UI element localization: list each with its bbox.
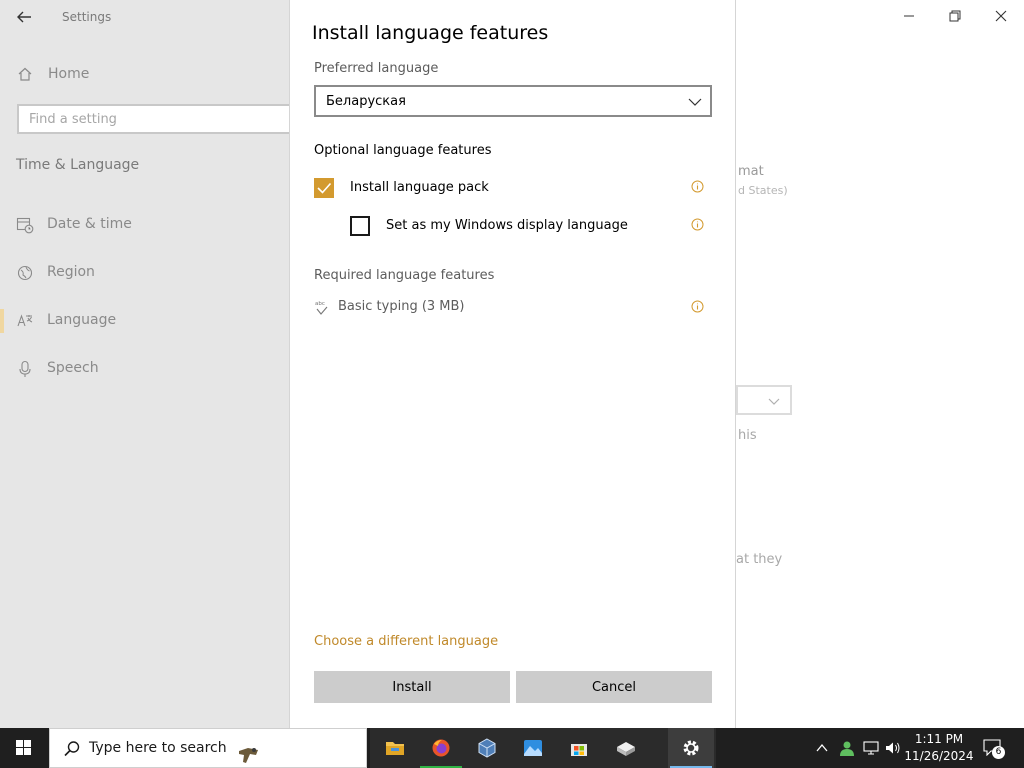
back-arrow-icon[interactable] bbox=[14, 7, 34, 27]
abc-check-icon: abc bbox=[315, 301, 328, 315]
basic-typing-feature: abc Basic typing (3 MB) bbox=[314, 298, 714, 318]
language-icon bbox=[17, 314, 33, 327]
microsoft-store-button[interactable] bbox=[556, 728, 602, 768]
sidebar-item-label: Date & time bbox=[47, 216, 132, 232]
display-language-option[interactable]: Set as my Windows display language bbox=[350, 216, 690, 238]
notification-center-button[interactable]: 6 bbox=[982, 738, 1008, 760]
taskbar-clock[interactable]: 1:11 PM 11/26/2024 bbox=[900, 731, 978, 765]
clock-date: 11/26/2024 bbox=[904, 749, 974, 763]
background-text: at they bbox=[736, 552, 783, 567]
notification-count: 6 bbox=[992, 746, 1005, 759]
settings-sidebar: Settings Home Time & Language Date & tim… bbox=[0, 0, 307, 728]
chevron-down-icon bbox=[688, 98, 702, 106]
network-icon[interactable] bbox=[862, 739, 880, 757]
taskbar-search-text: Type here to search bbox=[89, 740, 227, 756]
package-button[interactable] bbox=[602, 728, 648, 768]
preferred-language-select[interactable]: Беларуская bbox=[314, 85, 712, 117]
background-text: mat bbox=[738, 164, 764, 179]
selected-language: Беларуская bbox=[326, 94, 406, 109]
firefox-button[interactable] bbox=[418, 728, 464, 768]
section-title: Time & Language bbox=[16, 157, 140, 173]
restore-icon[interactable] bbox=[944, 6, 966, 26]
optional-features-heading: Optional language features bbox=[314, 143, 492, 158]
find-setting-box[interactable] bbox=[17, 104, 307, 134]
info-icon[interactable] bbox=[691, 300, 704, 313]
search-highlight-icon bbox=[239, 748, 258, 763]
package-icon bbox=[617, 742, 635, 756]
sidebar-item-label: Speech bbox=[47, 360, 99, 376]
background-dropdown bbox=[736, 385, 792, 415]
install-button[interactable]: Install bbox=[314, 671, 510, 703]
required-features-heading: Required language features bbox=[314, 268, 495, 283]
home-label: Home bbox=[48, 66, 90, 82]
home-icon bbox=[18, 67, 32, 81]
photos-icon bbox=[524, 740, 542, 756]
sidebar-item-language[interactable]: Language bbox=[0, 309, 289, 333]
active-indicator bbox=[0, 309, 4, 333]
sidebar-item-speech[interactable]: Speech bbox=[0, 357, 289, 381]
microsoft-store-icon bbox=[571, 744, 587, 756]
virtualbox-button[interactable] bbox=[464, 728, 510, 768]
display-language-label: Set as my Windows display language bbox=[386, 218, 628, 233]
home-nav-item[interactable]: Home bbox=[17, 64, 89, 84]
dialog-title: Install language features bbox=[312, 22, 549, 44]
install-language-pack-checkbox[interactable] bbox=[314, 178, 334, 198]
minimize-icon[interactable] bbox=[898, 6, 920, 26]
chevron-up-icon[interactable] bbox=[814, 740, 830, 756]
windows-start-icon[interactable] bbox=[0, 728, 48, 768]
sidebar-item-date-time[interactable]: Date & time bbox=[0, 213, 289, 237]
user-status-icon[interactable] bbox=[838, 739, 856, 757]
install-language-pack-label: Install language pack bbox=[350, 180, 489, 195]
sidebar-item-label: Region bbox=[47, 264, 95, 280]
install-language-pack-option[interactable]: Install language pack bbox=[314, 178, 714, 200]
info-icon[interactable] bbox=[691, 218, 704, 231]
sidebar-item-region[interactable]: Region bbox=[0, 261, 289, 285]
calendar-clock-icon bbox=[16, 217, 34, 234]
install-language-dialog: Install language features Preferred lang… bbox=[289, 0, 736, 728]
display-language-checkbox[interactable] bbox=[350, 216, 370, 236]
info-icon[interactable] bbox=[691, 180, 704, 193]
photos-button[interactable] bbox=[510, 728, 556, 768]
app-title: Settings bbox=[62, 10, 112, 24]
search-icon bbox=[64, 741, 80, 757]
taskbar: Type here to search 1:11 PM 11/26/2024 6 bbox=[0, 728, 1024, 768]
virtualbox-icon bbox=[478, 738, 496, 758]
chevron-down-icon bbox=[768, 398, 780, 405]
globe-icon bbox=[17, 265, 33, 281]
svg-text:abc: abc bbox=[315, 301, 325, 307]
checkmark-icon bbox=[317, 182, 332, 194]
microphone-icon bbox=[19, 360, 31, 377]
taskbar-search-box[interactable]: Type here to search bbox=[49, 728, 367, 768]
choose-different-language-link[interactable]: Choose a different language bbox=[314, 634, 498, 649]
basic-typing-label: Basic typing (3 MB) bbox=[338, 299, 465, 314]
clock-time: 1:11 PM bbox=[914, 732, 964, 746]
file-explorer-button[interactable] bbox=[372, 728, 418, 768]
background-text: d States) bbox=[738, 184, 788, 197]
sidebar-item-label: Language bbox=[47, 312, 117, 328]
background-text: his bbox=[738, 428, 757, 443]
close-icon[interactable] bbox=[990, 6, 1012, 26]
preferred-language-label: Preferred language bbox=[314, 61, 439, 76]
file-explorer-icon bbox=[386, 742, 404, 755]
settings-app-button[interactable] bbox=[668, 728, 714, 768]
firefox-icon bbox=[432, 739, 450, 757]
taskbar-apps bbox=[370, 728, 716, 768]
settings-gear-icon bbox=[683, 740, 699, 756]
find-setting-input[interactable] bbox=[19, 106, 279, 132]
cancel-button[interactable]: Cancel bbox=[516, 671, 712, 703]
